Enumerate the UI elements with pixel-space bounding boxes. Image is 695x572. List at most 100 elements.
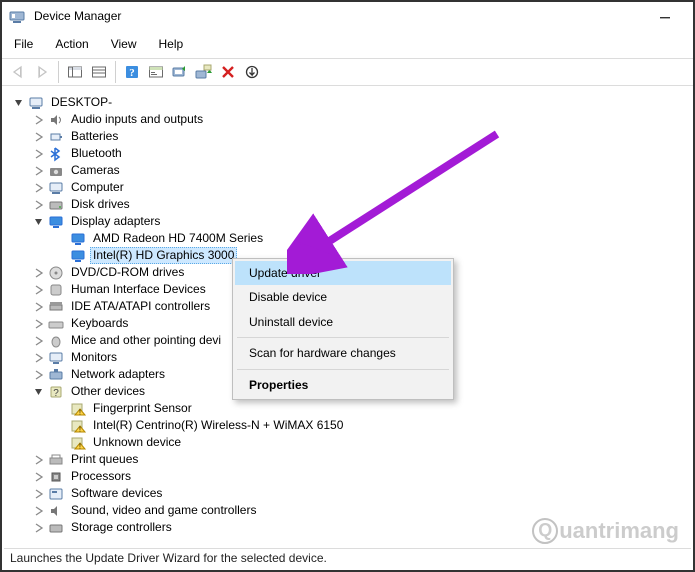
- chevron-right-icon[interactable]: [32, 130, 46, 144]
- tree-node-audio[interactable]: Audio inputs and outputs: [10, 111, 691, 128]
- menu-view[interactable]: View: [107, 35, 141, 53]
- tree-label: Bluetooth: [68, 145, 125, 161]
- chevron-right-icon[interactable]: [32, 317, 46, 331]
- chevron-right-icon[interactable]: [32, 487, 46, 501]
- chevron-right-icon[interactable]: [32, 334, 46, 348]
- tree-leaf-wifi[interactable]: ! Intel(R) Centrino(R) Wireless-N + WiMA…: [10, 417, 691, 434]
- tree-label: Storage controllers: [68, 519, 175, 535]
- context-update-driver[interactable]: Update driver: [235, 261, 451, 285]
- tree-node-disk[interactable]: Disk drives: [10, 196, 691, 213]
- audio-icon: [48, 112, 64, 128]
- tree-label: AMD Radeon HD 7400M Series: [90, 230, 266, 246]
- scan-hardware-button[interactable]: [192, 60, 216, 84]
- tree-label: IDE ATA/ATAPI controllers: [68, 298, 213, 314]
- app-icon: [8, 8, 26, 26]
- tree-node-printq[interactable]: Print queues: [10, 451, 691, 468]
- toolbar-separator: [115, 61, 116, 83]
- context-separator: [237, 369, 449, 370]
- computer-icon: [48, 180, 64, 196]
- chevron-right-icon[interactable]: [32, 504, 46, 518]
- update-driver-button[interactable]: [168, 60, 192, 84]
- display-adapter-icon: [70, 231, 86, 247]
- context-uninstall-device[interactable]: Uninstall device: [235, 310, 451, 334]
- tree-label: Network adapters: [68, 366, 168, 382]
- tree-label: Display adapters: [68, 213, 163, 229]
- tree-leaf-fingerprint[interactable]: ! Fingerprint Sensor: [10, 400, 691, 417]
- spacer: [54, 419, 68, 433]
- tree-leaf-amd[interactable]: AMD Radeon HD 7400M Series: [10, 230, 691, 247]
- svg-text:!: !: [79, 409, 81, 416]
- display-adapter-icon: [48, 214, 64, 230]
- tree-node-computer[interactable]: Computer: [10, 179, 691, 196]
- camera-icon: [48, 163, 64, 179]
- bluetooth-icon: [48, 146, 64, 162]
- chevron-down-icon[interactable]: [32, 385, 46, 399]
- minimize-button[interactable]: [643, 3, 687, 31]
- context-properties[interactable]: Properties: [235, 373, 451, 397]
- menu-help[interactable]: Help: [155, 35, 188, 53]
- menu-action[interactable]: Action: [51, 35, 92, 53]
- menu-file[interactable]: File: [10, 35, 37, 53]
- tree-label: Intel(R) HD Graphics 3000: [90, 247, 237, 263]
- tree-node-bluetooth[interactable]: Bluetooth: [10, 145, 691, 162]
- context-menu: Update driver Disable device Uninstall d…: [232, 258, 454, 400]
- chevron-right-icon[interactable]: [32, 283, 46, 297]
- context-scan-hardware[interactable]: Scan for hardware changes: [235, 341, 451, 365]
- svg-text:!: !: [79, 426, 81, 433]
- context-disable-device[interactable]: Disable device: [235, 285, 451, 309]
- ide-icon: [48, 299, 64, 315]
- spacer: [54, 436, 68, 450]
- tree-node-storage[interactable]: Storage controllers: [10, 519, 691, 536]
- chevron-right-icon[interactable]: [32, 181, 46, 195]
- title-bar: Device Manager: [2, 2, 693, 32]
- tree-node-svg[interactable]: Sound, video and game controllers: [10, 502, 691, 519]
- warning-device-icon: !: [70, 435, 86, 451]
- keyboard-icon: [48, 316, 64, 332]
- tree-label: Computer: [68, 179, 127, 195]
- storage-icon: [48, 520, 64, 536]
- spacer: [54, 249, 68, 263]
- chevron-right-icon[interactable]: [32, 351, 46, 365]
- tree-node-proc[interactable]: Processors: [10, 468, 691, 485]
- chevron-right-icon[interactable]: [32, 521, 46, 535]
- tree-node-batteries[interactable]: Batteries: [10, 128, 691, 145]
- chevron-down-icon[interactable]: [12, 96, 26, 110]
- warning-device-icon: !: [70, 401, 86, 417]
- spacer: [54, 402, 68, 416]
- chevron-right-icon[interactable]: [32, 453, 46, 467]
- tree-node-display[interactable]: Display adapters: [10, 213, 691, 230]
- chevron-right-icon[interactable]: [32, 147, 46, 161]
- svg-text:!: !: [79, 443, 81, 450]
- chevron-right-icon[interactable]: [32, 198, 46, 212]
- tree-node-softdev[interactable]: Software devices: [10, 485, 691, 502]
- chevron-right-icon[interactable]: [32, 300, 46, 314]
- uninstall-button[interactable]: [216, 60, 240, 84]
- chevron-right-icon[interactable]: [32, 164, 46, 178]
- tree-label: Monitors: [68, 349, 120, 365]
- toolbar-separator: [58, 61, 59, 83]
- forward-button[interactable]: [30, 60, 54, 84]
- display-adapter-icon: [70, 248, 86, 264]
- properties-button[interactable]: [144, 60, 168, 84]
- chevron-right-icon[interactable]: [32, 266, 46, 280]
- dvd-icon: [48, 265, 64, 281]
- view-panel-button[interactable]: [63, 60, 87, 84]
- chevron-down-icon[interactable]: [32, 215, 46, 229]
- back-button[interactable]: [6, 60, 30, 84]
- menu-bar: File Action View Help: [2, 32, 693, 58]
- sound-icon: [48, 503, 64, 519]
- tree-root[interactable]: DESKTOP-: [10, 94, 691, 111]
- hid-icon: [48, 282, 64, 298]
- chevron-right-icon[interactable]: [32, 470, 46, 484]
- chevron-right-icon[interactable]: [32, 368, 46, 382]
- toolbar: ?: [2, 58, 693, 86]
- tree-label: Other devices: [68, 383, 148, 399]
- chevron-right-icon[interactable]: [32, 113, 46, 127]
- view-details-button[interactable]: [87, 60, 111, 84]
- tree-leaf-unknown[interactable]: ! Unknown device: [10, 434, 691, 451]
- tree-node-cameras[interactable]: Cameras: [10, 162, 691, 179]
- printer-icon: [48, 452, 64, 468]
- disable-button[interactable]: [240, 60, 264, 84]
- tree-label: Cameras: [68, 162, 123, 178]
- help-button[interactable]: ?: [120, 60, 144, 84]
